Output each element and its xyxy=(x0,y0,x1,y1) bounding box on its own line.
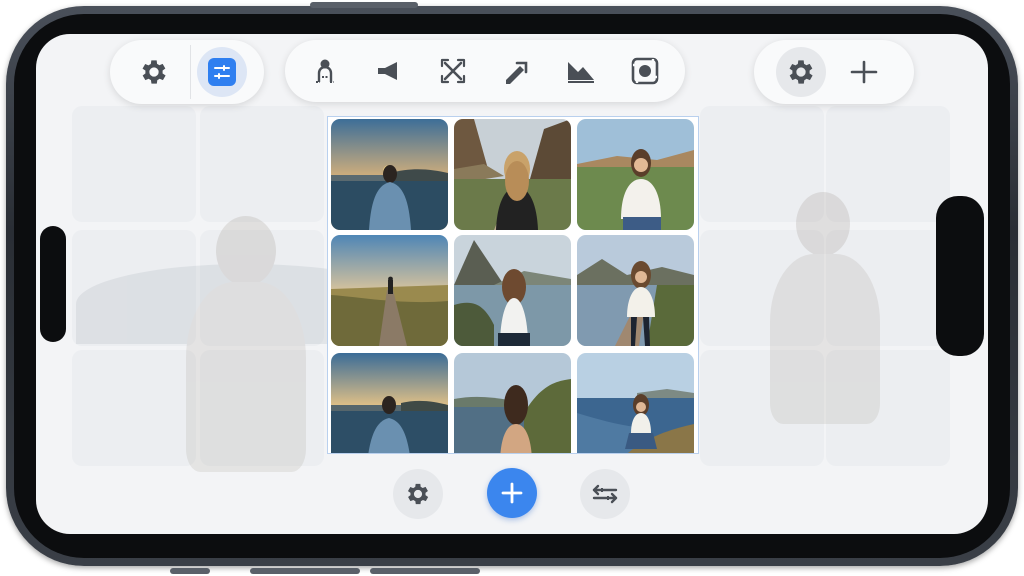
hardware-button xyxy=(250,568,360,574)
split-button[interactable] xyxy=(844,52,884,92)
photo-thumbnail[interactable] xyxy=(331,235,448,346)
toolbar-divider xyxy=(190,45,191,99)
gear-icon xyxy=(407,483,429,505)
frame-icon xyxy=(631,57,659,85)
transform-tool-button[interactable] xyxy=(433,51,473,91)
camera-notch xyxy=(936,196,984,356)
photo-grid xyxy=(327,116,699,454)
add-button[interactable] xyxy=(487,468,537,518)
split-icon xyxy=(850,60,878,84)
photo-thumbnail[interactable] xyxy=(577,235,694,346)
sliders-icon xyxy=(208,58,236,86)
reorder-button[interactable] xyxy=(580,469,630,519)
person-icon xyxy=(316,59,334,83)
right-toolbar xyxy=(754,40,914,104)
left-toolbar xyxy=(110,40,264,104)
megaphone-icon xyxy=(378,62,397,80)
photo-thumbnail[interactable] xyxy=(331,353,448,453)
photo-thumbnail[interactable] xyxy=(454,119,571,230)
bottom-settings-button[interactable] xyxy=(393,469,443,519)
adjust-button[interactable] xyxy=(197,47,247,97)
frame-tool-button[interactable] xyxy=(625,51,665,91)
middle-toolbar xyxy=(285,40,685,102)
terrain-tool-button[interactable] xyxy=(561,51,601,91)
faded-background-person xyxy=(736,184,916,434)
pen-icon xyxy=(506,61,528,84)
photo-thumbnail[interactable] xyxy=(454,235,571,346)
photo-thumbnail[interactable] xyxy=(577,353,694,453)
hardware-button xyxy=(310,2,418,8)
settings-button[interactable] xyxy=(776,47,826,97)
gear-icon xyxy=(142,60,166,84)
announce-tool-button[interactable] xyxy=(369,51,409,91)
pen-tool-button[interactable] xyxy=(497,51,537,91)
gear-icon xyxy=(789,60,813,84)
settings-button[interactable] xyxy=(134,52,174,92)
photo-thumbnail[interactable] xyxy=(331,119,448,230)
terrain-icon xyxy=(568,62,594,83)
photo-thumbnail[interactable] xyxy=(454,353,571,453)
hardware-button xyxy=(170,568,210,574)
faded-background-person xyxy=(76,204,416,474)
plus-icon xyxy=(501,482,523,504)
photo-thumbnail[interactable] xyxy=(577,119,694,230)
portrait-tool-button[interactable] xyxy=(305,51,345,91)
cross-arrows-icon xyxy=(440,58,466,84)
swap-icon xyxy=(592,484,618,504)
hardware-button xyxy=(370,568,480,574)
side-cutout xyxy=(40,226,66,342)
